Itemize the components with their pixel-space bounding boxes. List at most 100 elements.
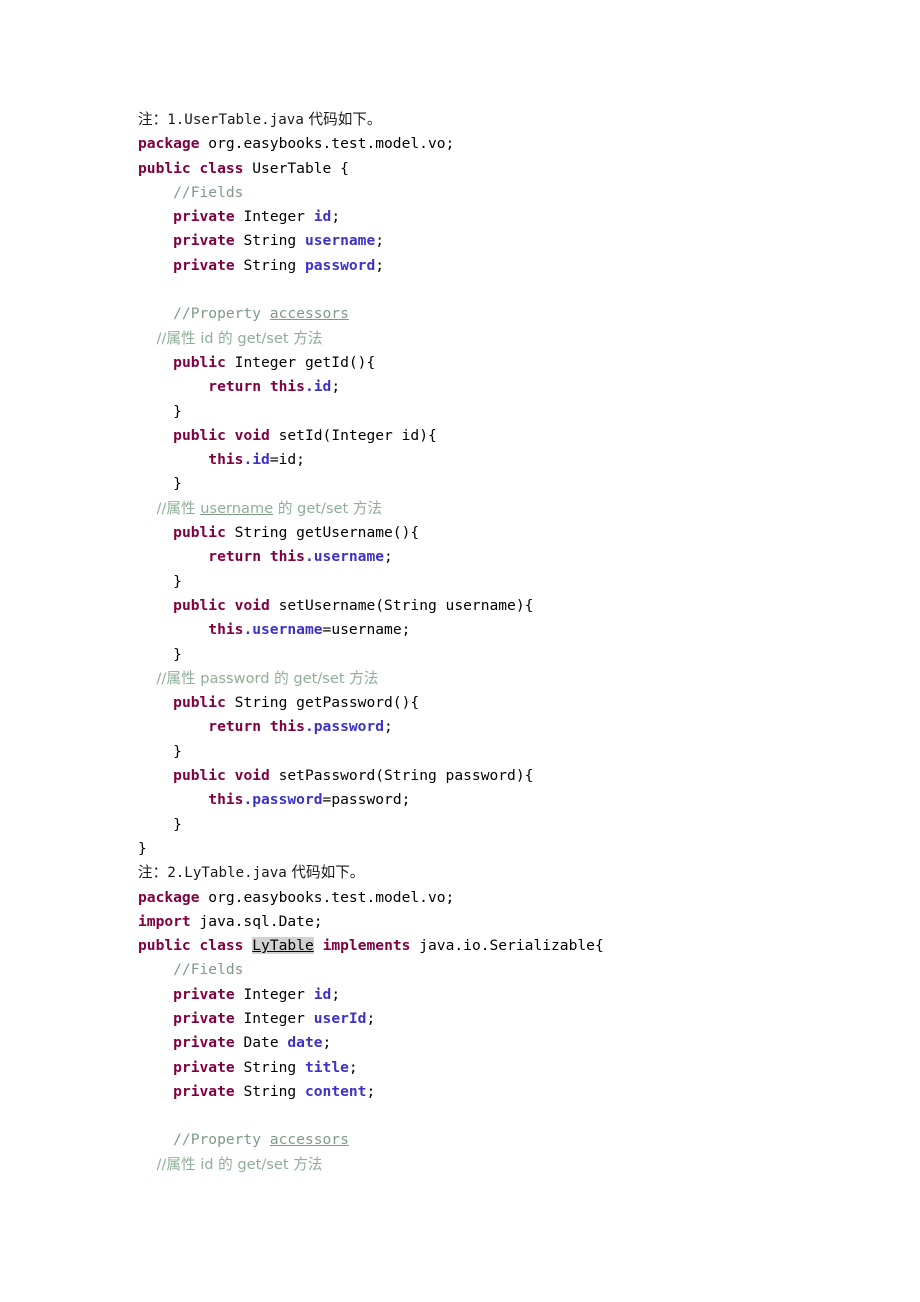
code-line: //属性 id 的 get/set 方法 (138, 327, 878, 351)
keyword-token: void (234, 426, 270, 444)
code-token: String (234, 1058, 305, 1076)
code-line: public String getUsername(){ (138, 521, 878, 545)
field-token: date (287, 1034, 323, 1052)
code-token: =id; (269, 451, 305, 469)
keyword-token: implements (322, 937, 411, 955)
code-token: } (138, 475, 182, 493)
keyword-token: private (173, 1034, 235, 1052)
note-suffix: 代码如下。 (303, 111, 382, 128)
code-token: } (138, 572, 182, 590)
keyword-token: package (138, 135, 200, 153)
section-note-line: 注：1.UserTable.java 代码如下。 (138, 108, 878, 132)
code-token: } (138, 815, 182, 833)
code-line: this.password=password; (138, 788, 878, 812)
code-token: } (138, 402, 182, 420)
code-token: Date (234, 1034, 288, 1052)
keyword-token: private (173, 232, 235, 250)
code-token: setUsername(String username){ (269, 596, 534, 614)
code-token: } (138, 742, 182, 760)
field-token: password (304, 256, 376, 274)
comment-token: 的 get/set 方法 (273, 499, 383, 517)
field-token: .id (243, 451, 270, 469)
keyword-token: private (173, 208, 235, 226)
code-line: } (138, 837, 878, 861)
field-token: userId (313, 1009, 367, 1027)
keyword-token: public (173, 524, 226, 542)
keyword-token: private (173, 1009, 235, 1027)
code-line: public void setPassword(String password)… (138, 764, 878, 788)
keyword-token: this (208, 791, 244, 809)
keyword-token: this (208, 451, 244, 469)
code-line: } (138, 400, 878, 424)
keyword-token: return (208, 548, 262, 566)
code-token: ; (348, 1058, 358, 1076)
field-token: .password (304, 718, 385, 736)
code-token: } (138, 645, 182, 663)
code-token: String getUsername(){ (225, 524, 420, 542)
keyword-token: private (173, 1058, 235, 1076)
keyword-token: return (208, 378, 262, 396)
code-line: private String title; (138, 1056, 878, 1080)
code-token: Integer getId(){ (225, 353, 376, 371)
code-token: String getPassword(){ (225, 694, 420, 712)
note-filename: 2.LyTable.java (167, 865, 287, 882)
keyword-token: public (138, 159, 191, 177)
document-page: 注：1.UserTable.java 代码如下。 package org.easy… (0, 0, 920, 1302)
code-token: ; (331, 985, 341, 1003)
code-line: private String password; (138, 254, 878, 278)
note-filename: 1.UserTable.java (167, 112, 304, 128)
code-line: public class UserTable { (138, 157, 878, 181)
code-line: return this.id; (138, 375, 878, 399)
code-token: String (234, 1082, 305, 1100)
code-line: this.id=id; (138, 448, 878, 472)
code-token: ; (331, 208, 341, 226)
code-line: } (138, 740, 878, 764)
code-token: =password; (322, 791, 411, 809)
comment-token: //Property (138, 305, 270, 323)
note-prefix: 注： (138, 864, 168, 882)
keyword-token: this (208, 621, 244, 639)
code-line: //Property accessors (138, 1128, 878, 1152)
code-token: java.sql.Date; (190, 912, 323, 930)
keyword-token: this (269, 718, 305, 736)
comment-token: accessors (269, 305, 349, 323)
field-token: id (313, 985, 332, 1003)
code-line: //Property accessors (138, 302, 878, 326)
section-note-line: 注：2.LyTable.java 代码如下。 (138, 861, 878, 885)
keyword-token: private (173, 256, 235, 274)
keyword-token: public (173, 426, 226, 444)
code-line: //Fields (138, 958, 878, 982)
code-token: ; (375, 232, 385, 250)
keyword-token: this (269, 378, 305, 396)
keyword-token: return (208, 718, 262, 736)
code-line: import java.sql.Date; (138, 910, 878, 934)
java-code-listing: 注：1.UserTable.java 代码如下。 package org.easy… (138, 108, 878, 1177)
field-token: .password (243, 791, 323, 809)
code-line: package org.easybooks.test.model.vo; (138, 132, 878, 156)
comment-token: //Fields (138, 183, 244, 201)
code-line: private String content; (138, 1080, 878, 1104)
code-token: java.io.Serializable{ (410, 937, 604, 955)
code-line: private Integer id; (138, 205, 878, 229)
code-line: public class LyTable implements java.io.… (138, 934, 878, 958)
note-suffix: 代码如下。 (286, 864, 365, 882)
comment-token: //属性 id 的 get/set 方法 (138, 1155, 323, 1173)
code-line: public String getPassword(){ (138, 691, 878, 715)
code-token: ; (384, 718, 393, 736)
